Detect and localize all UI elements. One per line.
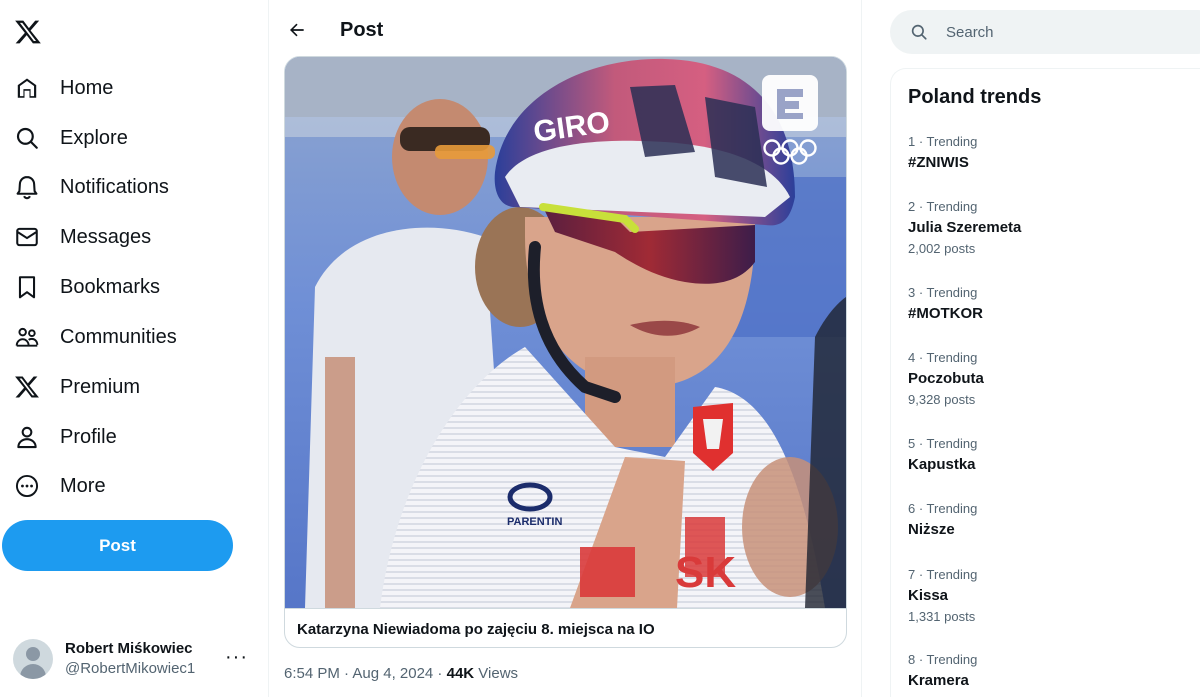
media-card[interactable]: GIRO PARENTIN SK Katarzyna Niewiadoma po… xyxy=(284,56,847,648)
nav-bookmarks-label: Bookmarks xyxy=(60,275,161,298)
nav-bookmarks[interactable]: Bookmarks xyxy=(4,265,170,309)
nav-home[interactable]: Home xyxy=(4,66,123,110)
nav-more-label: More xyxy=(60,474,106,497)
back-arrow-icon[interactable] xyxy=(281,14,313,46)
trend-item[interactable]: 6 · Trending Niższe xyxy=(908,501,1198,540)
nav-messages[interactable]: Messages xyxy=(4,215,161,259)
x-logo-icon[interactable] xyxy=(10,12,46,52)
search-icon xyxy=(911,24,927,40)
post-button[interactable]: Post xyxy=(2,520,233,571)
bookmark-icon xyxy=(18,276,36,299)
nav-notifications[interactable]: Notifications xyxy=(4,165,179,209)
account-name: Robert Miśkowiec xyxy=(65,640,193,657)
trend-item[interactable]: 8 · Trending Kramera xyxy=(908,652,1198,691)
person-icon xyxy=(17,426,37,449)
right-sidebar: Poland trends 1 · Trending #ZNIWIS 2 · T… xyxy=(862,0,1200,697)
post-timestamp[interactable]: 6:54 PM · Aug 4, 2024 · xyxy=(284,665,447,682)
trend-meta: 7 · Trending xyxy=(908,567,978,582)
trend-meta: 4 · Trending xyxy=(908,350,978,365)
page-title: Post xyxy=(340,19,384,41)
trend-meta: 1 · Trending xyxy=(908,134,978,149)
jersey-text: SK xyxy=(675,548,736,597)
trend-item[interactable]: 3 · Trending #MOTKOR xyxy=(908,285,1198,324)
nav-communities-label: Communities xyxy=(60,325,177,348)
left-navigation: Home Explore Notifications Messages Book… xyxy=(0,0,268,697)
nav-profile[interactable]: Profile xyxy=(4,415,127,459)
home-icon xyxy=(17,78,37,98)
main-column: Post GIRO PARENTIN SK Katarzyna Niewiado… xyxy=(268,0,862,697)
people-icon xyxy=(15,327,39,347)
jersey-brand-text: PARENTIN xyxy=(507,516,562,528)
post-header: Post xyxy=(269,0,861,60)
trend-meta: 8 · Trending xyxy=(908,652,978,667)
trends-title: Poland trends xyxy=(908,86,1042,108)
trend-name: #ZNIWIS xyxy=(908,154,969,171)
nav-more[interactable]: More xyxy=(4,464,116,508)
more-circle-icon xyxy=(15,474,39,498)
views-count: 44K xyxy=(446,665,475,682)
account-more-icon[interactable]: ··· xyxy=(225,646,248,669)
search-icon xyxy=(16,127,38,149)
post-meta: 6:54 PM · Aug 4, 2024 · 44K Views xyxy=(284,665,518,682)
trend-item[interactable]: 2 · Trending Julia Szeremeta 2,002 posts xyxy=(908,199,1198,257)
views-label: Views xyxy=(474,665,519,682)
nav-profile-label: Profile xyxy=(60,425,117,448)
search-input[interactable] xyxy=(946,20,1186,44)
nav-home-label: Home xyxy=(60,76,114,99)
trend-post-count: 2,002 posts xyxy=(908,241,976,256)
x-logo-icon xyxy=(15,376,39,398)
trend-name: Niższe xyxy=(908,521,955,538)
trend-name: Julia Szeremeta xyxy=(908,219,1022,236)
trend-name: Kramera xyxy=(908,672,969,689)
trend-item[interactable]: 5 · Trending Kapustka xyxy=(908,436,1198,475)
trend-meta: 5 · Trending xyxy=(908,436,978,451)
nav-explore-label: Explore xyxy=(60,126,128,149)
trend-item[interactable]: 4 · Trending Poczobuta 9,328 posts xyxy=(908,350,1198,408)
account-handle: @RobertMikowiec1 xyxy=(65,660,196,677)
trend-post-count: 9,328 posts xyxy=(908,392,976,407)
trend-item[interactable]: 7 · Trending Kissa 1,331 posts xyxy=(908,567,1198,625)
trend-name: Kapustka xyxy=(908,456,976,473)
trend-meta: 6 · Trending xyxy=(908,501,978,516)
avatar xyxy=(13,639,53,679)
trend-meta: 3 · Trending xyxy=(908,285,978,300)
trend-meta: 2 · Trending xyxy=(908,199,978,214)
trend-name: Kissa xyxy=(908,587,949,604)
media-image[interactable]: GIRO PARENTIN SK xyxy=(285,57,846,608)
trend-name: #MOTKOR xyxy=(908,305,983,322)
trend-item[interactable]: 1 · Trending #ZNIWIS xyxy=(908,134,1198,173)
nav-messages-label: Messages xyxy=(60,225,152,248)
nav-explore[interactable]: Explore xyxy=(4,116,138,160)
nav-communities[interactable]: Communities xyxy=(4,315,187,359)
nav-premium[interactable]: Premium xyxy=(4,365,150,409)
trends-panel: Poland trends 1 · Trending #ZNIWIS 2 · T… xyxy=(890,68,1200,697)
account-switcher[interactable]: Robert Miśkowiec @RobertMikowiec1 ··· xyxy=(10,630,262,688)
search-bar[interactable] xyxy=(890,10,1200,54)
trend-name: Poczobuta xyxy=(908,370,984,387)
media-caption: Katarzyna Niewiadoma po zajęciu 8. miejs… xyxy=(285,608,846,647)
bell-icon xyxy=(16,176,38,200)
envelope-icon xyxy=(16,227,38,247)
nav-premium-label: Premium xyxy=(60,375,141,398)
nav-notifications-label: Notifications xyxy=(60,175,169,198)
trend-post-count: 1,331 posts xyxy=(908,609,976,624)
